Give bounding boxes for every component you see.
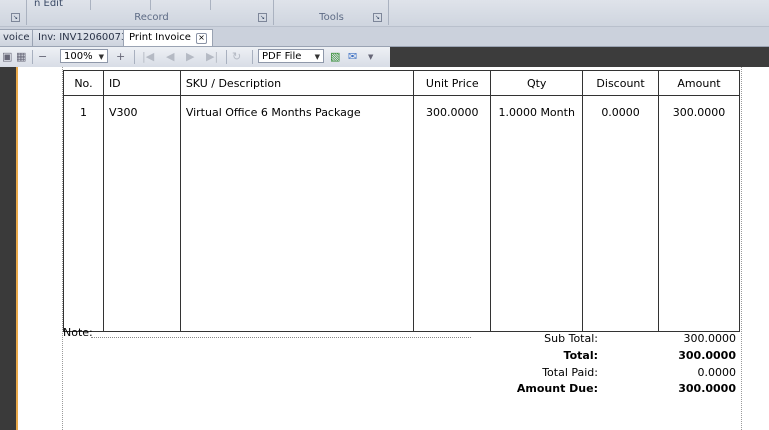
cell-no: 1 (63, 95, 104, 332)
note-label: Note: (63, 326, 93, 339)
note-line (91, 337, 471, 339)
tools-launcher-icon[interactable]: ↘ (373, 13, 382, 22)
ribbon-group-tools: Tools ↘ (275, 0, 389, 25)
export-icon[interactable]: ▧ (330, 50, 340, 64)
table-row: 1 V300 Virtual Office 6 Months Package 3… (63, 95, 740, 332)
ribbon-separator (90, 0, 91, 10)
cell-discount: 0.0000 (582, 95, 660, 332)
cell-id: V300 (102, 95, 181, 332)
total-paid-value: 0.0000 (697, 366, 737, 379)
total-paid-label: Total Paid: (542, 366, 598, 379)
col-header-discount: Discount (582, 70, 660, 96)
tab-label: voice (3, 32, 30, 43)
col-header-amount: Amount (658, 70, 740, 96)
export-format-value: PDF File (262, 51, 302, 62)
ribbon-edit-snippet[interactable]: n Edit (34, 0, 63, 9)
ribbon-group-record: n Edit Record ↘ (30, 0, 274, 25)
toolbar-separator (252, 50, 253, 64)
document-tabs: voice Inv: INV12060073 Print Invoice × (0, 27, 769, 47)
report-page: No. ID SKU / Description Unit Price Qty … (62, 67, 742, 430)
ribbon-group-label-record: Record (134, 12, 169, 23)
col-header-no: No. (63, 70, 104, 96)
col-header-unit-price: Unit Price (413, 70, 492, 96)
ribbon-group-label-tools: Tools (319, 12, 344, 23)
previous-page-icon[interactable]: ◀ (166, 50, 174, 64)
zoom-select[interactable]: 100% ▼ (60, 49, 108, 63)
total-label: Total: (563, 349, 598, 362)
page-setup-icon[interactable]: ▦ (16, 50, 26, 64)
ribbon-separator (150, 0, 151, 10)
toolbar-separator (134, 50, 135, 64)
table-header-row: No. ID SKU / Description Unit Price Qty … (63, 70, 740, 96)
group-launcher-icon[interactable]: ↘ (11, 13, 20, 22)
refresh-icon[interactable]: ↻ (232, 50, 241, 64)
col-header-qty: Qty (490, 70, 584, 96)
first-page-icon[interactable]: |◀ (142, 50, 154, 64)
left-panel (0, 67, 18, 430)
email-icon[interactable]: ✉ (348, 50, 357, 64)
sub-total-label: Sub Total: (544, 332, 598, 345)
cell-unit-price: 300.0000 (413, 95, 492, 332)
print-icon[interactable]: ▣ (2, 50, 12, 64)
col-header-description: SKU / Description (179, 70, 415, 96)
tab-print-invoice[interactable]: Print Invoice × (123, 29, 213, 46)
ribbon: ↘ n Edit Record ↘ Tools ↘ (0, 0, 769, 27)
col-header-id: ID (102, 70, 181, 96)
tab-inv-detail[interactable]: Inv: INV12060073 (32, 29, 134, 46)
toolbar-separator (32, 50, 33, 64)
sub-total-value: 300.0000 (683, 332, 737, 345)
ribbon-group-partial: ↘ (0, 0, 27, 25)
chevron-down-icon: ▼ (314, 53, 320, 61)
cell-description: Virtual Office 6 Months Package (179, 95, 415, 332)
export-format-select[interactable]: PDF File ▼ (258, 49, 324, 63)
close-tab-icon[interactable]: × (195, 33, 207, 44)
tab-label: Print Invoice (129, 32, 191, 43)
tab-label: Inv: INV12060073 (38, 32, 128, 43)
zoom-in-icon[interactable]: + (116, 50, 125, 64)
last-page-icon[interactable]: ▶| (206, 50, 218, 64)
cell-qty: 1.0000 Month (490, 95, 584, 332)
viewer-toolbar-buttons: ▣ ▦ − 100% ▼ + |◀ ◀ ▶ ▶| ↻ PDF File ▼ ▧ ✉ … (0, 47, 390, 67)
viewer-toolbar: ▣ ▦ − 100% ▼ + |◀ ◀ ▶ ▶| ↻ PDF File ▼ ▧ ✉ … (0, 47, 769, 67)
amount-due-value: 300.0000 (678, 382, 736, 395)
zoom-value: 100% (64, 51, 93, 62)
cell-amount: 300.0000 (658, 95, 740, 332)
amount-due-label: Amount Due: (516, 382, 598, 395)
next-page-icon[interactable]: ▶ (186, 50, 194, 64)
invoice-items-table: No. ID SKU / Description Unit Price Qty … (63, 70, 740, 332)
total-value: 300.0000 (678, 349, 736, 362)
toolbar-separator (226, 50, 227, 64)
email-dropdown-icon[interactable]: ▼ (368, 50, 373, 64)
chevron-down-icon: ▼ (98, 53, 104, 61)
ribbon-separator (210, 0, 211, 10)
record-launcher-icon[interactable]: ↘ (258, 13, 267, 22)
tab-invoice[interactable]: voice (0, 29, 36, 46)
zoom-out-icon[interactable]: − (38, 50, 47, 64)
